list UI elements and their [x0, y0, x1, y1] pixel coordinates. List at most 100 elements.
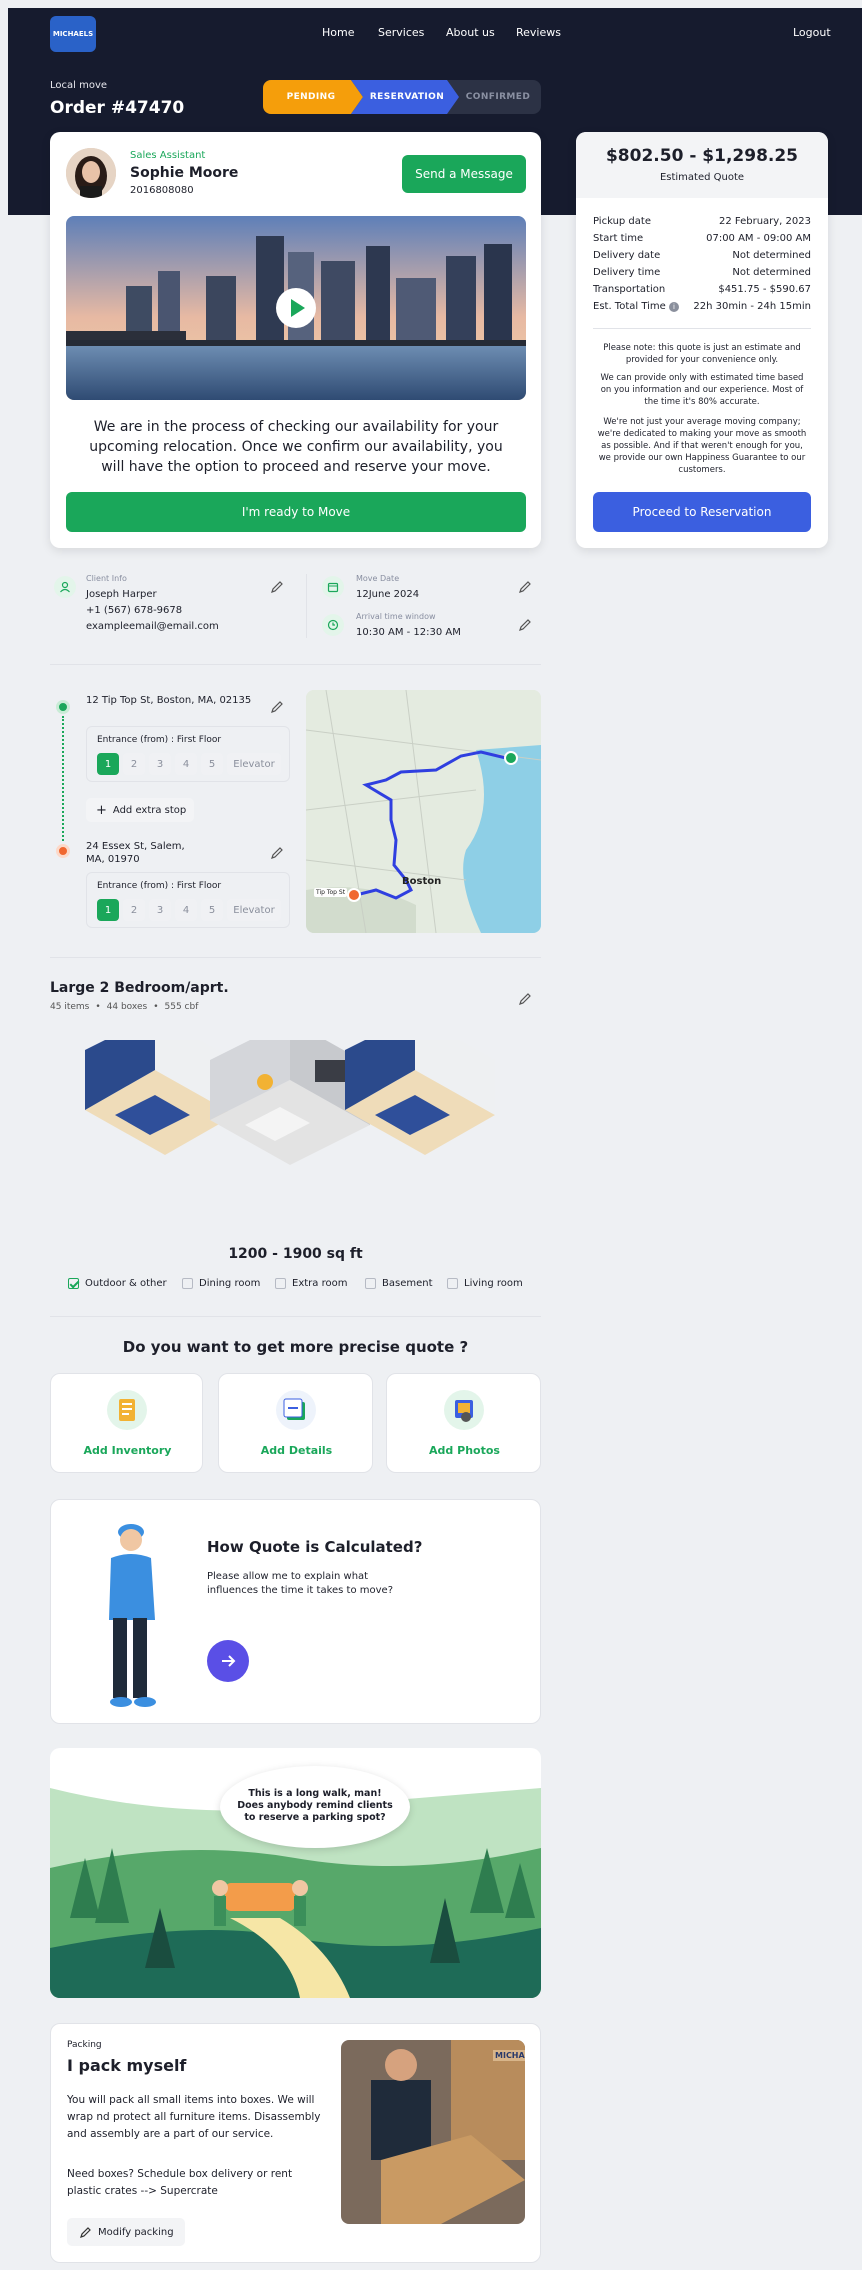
- add-inventory-label: Add Inventory: [83, 1444, 172, 1457]
- play-icon: [291, 299, 305, 317]
- checkbox-icon[interactable]: [182, 1278, 193, 1289]
- box-brand-text: MICHAELS: [493, 2050, 525, 2061]
- send-message-button[interactable]: Send a Message: [402, 155, 526, 193]
- edit-arrival-icon[interactable]: [518, 618, 532, 632]
- assistant-avatar: [66, 148, 116, 198]
- room-checkbox-basement[interactable]: Basement: [365, 1278, 433, 1289]
- user-icon: [54, 576, 76, 598]
- room-checkbox-living[interactable]: Living room: [447, 1278, 523, 1289]
- edit-home-icon[interactable]: [518, 992, 532, 1006]
- floor-4-button[interactable]: 4: [175, 753, 197, 775]
- floor-3-button[interactable]: 3: [149, 899, 171, 921]
- proceed-reservation-button[interactable]: Proceed to Reservation: [593, 492, 811, 532]
- logout-link[interactable]: Logout: [793, 26, 831, 39]
- company-logo[interactable]: MICHAELS: [50, 16, 96, 52]
- room-label: Outdoor & other: [85, 1278, 167, 1289]
- order-title: Order #47470: [50, 98, 185, 118]
- info-divider: [306, 574, 307, 638]
- assistant-phone: 2016808080: [130, 185, 194, 196]
- calc-body: Please allow me to explain what influenc…: [207, 1571, 394, 1596]
- quote-row-label: Start time: [593, 233, 644, 244]
- quote-card: $802.50 - $1,298.25 Estimated Quote Pick…: [576, 132, 828, 548]
- checkbox-icon[interactable]: [365, 1278, 376, 1289]
- checkbox-checked-icon[interactable]: [68, 1278, 79, 1289]
- nav-about[interactable]: About us: [446, 26, 495, 39]
- room-checkbox-extra[interactable]: Extra room: [275, 1278, 347, 1289]
- room-label: Extra room: [292, 1278, 348, 1289]
- step-confirmed: CONFIRMED: [465, 92, 531, 102]
- floor-5-button[interactable]: 5: [201, 899, 223, 921]
- quote-calculation-card: How Quote is Calculated? Please allow me…: [50, 1499, 541, 1724]
- edit-origin-icon[interactable]: [270, 700, 284, 714]
- boxes-count: 44 boxes: [106, 1002, 148, 1012]
- packing-body-2: Need boxes? Schedule box delivery or ren…: [67, 2168, 293, 2197]
- edit-client-icon[interactable]: [270, 580, 284, 594]
- quote-row-label: Pickup date: [593, 216, 651, 227]
- room-checkbox-dining[interactable]: Dining room: [182, 1278, 260, 1289]
- add-photos-card[interactable]: Add Photos: [386, 1373, 541, 1473]
- destination-address: 24 Essex St, Salem, MA, 01970: [86, 841, 185, 865]
- logo-text: MICHAELS: [52, 30, 94, 38]
- edit-destination-icon[interactable]: [270, 846, 284, 860]
- add-details-card[interactable]: Add Details: [218, 1373, 373, 1473]
- floor-5-button[interactable]: 5: [201, 753, 223, 775]
- quote-row: Delivery time Not determined: [593, 267, 811, 278]
- floor-2-button[interactable]: 2: [123, 899, 145, 921]
- mover-illustration: [109, 1524, 156, 1707]
- quote-row-value: 07:00 AM - 09:00 AM: [706, 233, 811, 244]
- add-inventory-card[interactable]: Add Inventory: [50, 1373, 203, 1473]
- video-thumbnail[interactable]: [66, 216, 526, 400]
- destination-pin-icon: [56, 844, 70, 858]
- calc-next-button[interactable]: [207, 1640, 249, 1682]
- quote-row: Transportation $451.75 - $590.67: [593, 284, 811, 295]
- modify-packing-label: Modify packing: [98, 2226, 174, 2238]
- room-checkbox-outdoor[interactable]: Outdoor & other: [68, 1278, 167, 1289]
- floor-3-button[interactable]: 3: [149, 753, 171, 775]
- map-city-label: Boston: [402, 876, 442, 887]
- elevator-button[interactable]: Elevator: [227, 899, 281, 921]
- packing-card: Packing I pack myself You will pack all …: [50, 2023, 541, 2263]
- checkbox-icon[interactable]: [447, 1278, 458, 1289]
- client-phone: +1 (567) 678-9678: [86, 605, 183, 616]
- quote-row: Pickup date 22 February, 2023: [593, 216, 811, 227]
- origin-pin-icon: [56, 700, 70, 714]
- client-info-section: Client Info Joseph Harper +1 (567) 678-9…: [50, 570, 541, 650]
- status-message: We are in the process of checking our av…: [89, 419, 503, 475]
- section-divider: [50, 1316, 541, 1317]
- ready-to-move-button[interactable]: I'm ready to Move: [66, 492, 526, 532]
- floor-4-button[interactable]: 4: [175, 899, 197, 921]
- nav-services[interactable]: Services: [378, 26, 424, 39]
- play-button[interactable]: [276, 288, 316, 328]
- assistant-card: Sales Assistant Sophie Moore 2016808080 …: [50, 132, 541, 548]
- move-type: Local move: [50, 80, 108, 91]
- origin-entrance-panel: Entrance (from) : First Floor 1 2 3 4 5 …: [86, 726, 290, 782]
- quote-row-label: Transportation: [593, 284, 666, 295]
- modify-packing-button[interactable]: Modify packing: [67, 2218, 185, 2246]
- nav-reviews[interactable]: Reviews: [516, 26, 561, 39]
- client-info-label: Client Info: [86, 574, 127, 583]
- quote-divider: [593, 328, 811, 329]
- client-name: Joseph Harper: [86, 589, 157, 600]
- quote-label: Estimated Quote: [659, 172, 745, 183]
- nav-home[interactable]: Home: [322, 26, 354, 39]
- add-photos-label: Add Photos: [429, 1444, 500, 1457]
- add-stop-button[interactable]: + Add extra stop: [86, 798, 194, 822]
- edit-date-icon[interactable]: [518, 580, 532, 594]
- checkbox-icon[interactable]: [275, 1278, 286, 1289]
- route-section: 12 Tip Top St, Boston, MA, 02135 Entranc…: [50, 690, 300, 935]
- elevator-button[interactable]: Elevator: [227, 753, 281, 775]
- room-label: Basement: [382, 1278, 433, 1289]
- floor-1-button[interactable]: 1: [97, 753, 119, 775]
- quote-row-label: Delivery time: [593, 267, 661, 278]
- arrival-label: Arrival time window: [356, 612, 436, 621]
- quote-row-label: Delivery date: [593, 250, 661, 261]
- quote-row: Delivery date Not determined: [593, 250, 811, 261]
- origin-entrance-label: Entrance (from) : First Floor: [97, 735, 222, 745]
- sqft-range: 1200 - 1900 sq ft: [228, 1246, 363, 1262]
- clock-icon: [322, 614, 344, 636]
- route-map[interactable]: Boston Tip Top St: [306, 690, 541, 933]
- info-icon[interactable]: i: [669, 302, 679, 312]
- floor-2-button[interactable]: 2: [123, 753, 145, 775]
- floor-1-button[interactable]: 1: [97, 899, 119, 921]
- inventory-icon: [107, 1390, 147, 1430]
